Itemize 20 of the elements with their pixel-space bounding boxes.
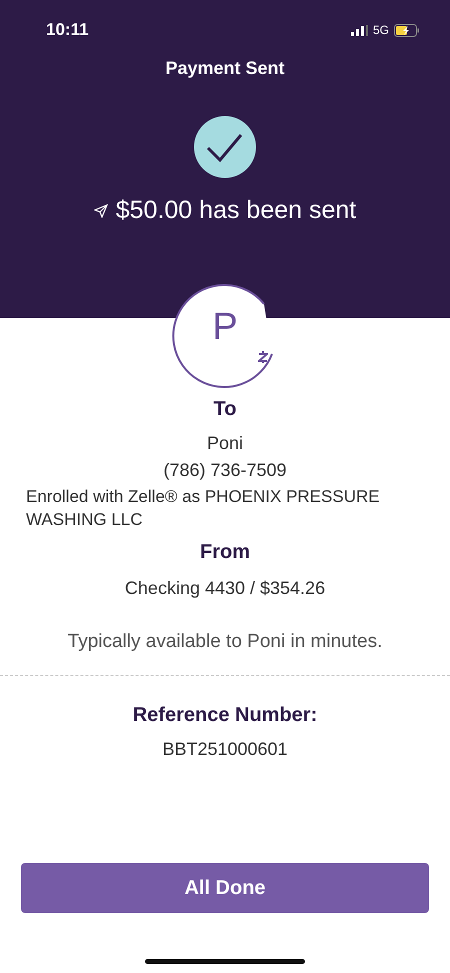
reference-label: Reference Number: (132, 704, 318, 727)
status-time: 10:11 (46, 20, 89, 40)
availability-text: Typically available to Poni in minutes. (68, 631, 382, 653)
all-done-button[interactable]: All Done (21, 863, 429, 913)
account-text: Checking 4430 / $354.26 (124, 578, 326, 599)
to-heading: To (214, 398, 236, 421)
recipient-phone: (786) 736-7509 (163, 460, 287, 481)
signal-icon (350, 24, 368, 36)
avatar-initial: P (211, 306, 239, 349)
battery-icon (394, 24, 420, 36)
zelle-icon (258, 350, 268, 364)
network-label: 5G (372, 23, 389, 37)
amount-sent-text: $50.00 has been sent (116, 196, 356, 225)
paper-plane-icon (94, 204, 108, 218)
reference-number: BBT251000601 (162, 739, 288, 760)
from-heading: From (200, 541, 250, 564)
screen-title: Payment Sent (165, 58, 285, 79)
checkmark-icon (194, 116, 256, 178)
enrollment-text: Enrolled with Zelle® as PHOENIX PRESSURE WASHING LLC (25, 486, 381, 531)
recipient-name: Poni (206, 433, 244, 454)
